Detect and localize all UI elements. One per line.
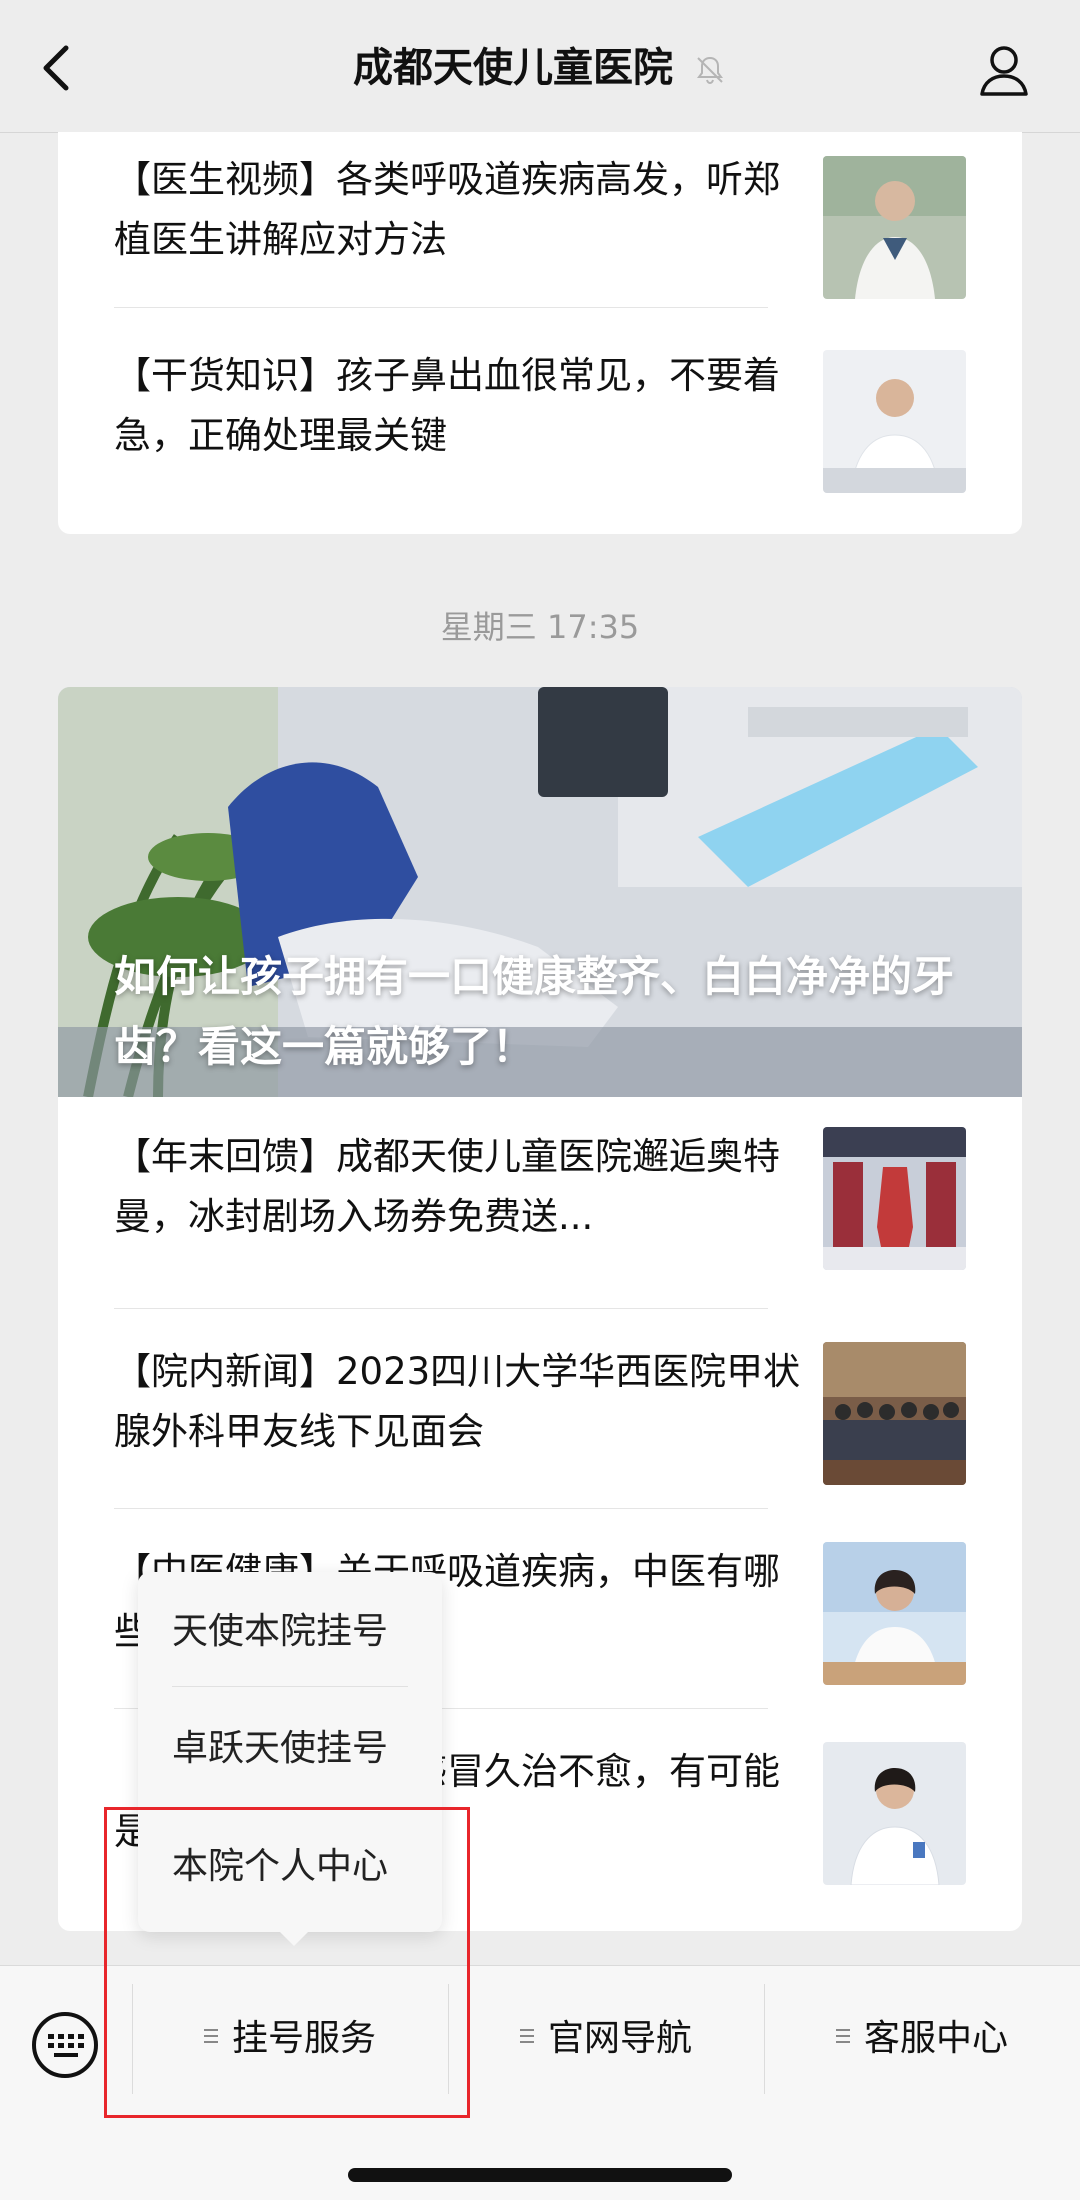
top-nav-bar: 成都天使儿童医院 [0, 0, 1080, 133]
menu-lines-icon [519, 2029, 534, 2043]
article-thumbnail [823, 1742, 966, 1885]
menu-tab-label: 客服中心 [863, 2018, 1008, 2059]
menu-tab-customer-service[interactable]: 客服中心 [764, 1984, 1080, 2094]
keyboard-toggle-button[interactable] [30, 2010, 100, 2080]
article-thumbnail [823, 1542, 966, 1685]
article-separator [114, 1508, 966, 1509]
article-thumbnail [823, 1342, 966, 1485]
bell-off-icon [696, 56, 723, 85]
message-timestamp: 星期三 17:35 [440, 608, 640, 646]
profile-button[interactable] [976, 42, 1032, 98]
article-item[interactable]: 【院内新闻】2023四川大学华西医院甲状腺外科甲友线下见面会 [114, 1342, 966, 1522]
article-thumbnail [823, 350, 966, 493]
article-title: 【干货知识】孩子鼻出血很常见，不要着急，正确处理最关键 [114, 354, 780, 457]
article-title: 【年末回馈】成都天使儿童医院邂逅奥特曼，冰封剧场入场券免费送... [114, 1135, 780, 1238]
menu-separator [172, 1686, 408, 1687]
article-item[interactable]: 【年末回馈】成都天使儿童医院邂逅奥特曼，冰封剧场入场券免费送... [114, 1127, 966, 1307]
article-title: 【医生视频】各类呼吸道疾病高发，听郑植医生讲解应对方法 [114, 158, 780, 261]
menu-item-angel-registration[interactable]: 天使本院挂号 [172, 1604, 432, 1660]
hero-title: 如何让孩子拥有一口健康整齐、白白净净的牙齿？看这一篇就够了！ [114, 952, 955, 1071]
article-item[interactable]: 【干货知识】孩子鼻出血很常见，不要着急，正确处理最关键 [114, 346, 966, 526]
article-separator [114, 1308, 966, 1309]
article-card-previous: 【医生视频】各类呼吸道疾病高发，听郑植医生讲解应对方法 【干货知识】孩子鼻出血很… [58, 132, 1022, 534]
menu-item-zhuoyue-registration[interactable]: 卓跃天使挂号 [172, 1721, 432, 1777]
home-indicator [348, 2168, 732, 2182]
menu-lines-icon [835, 2029, 850, 2043]
article-thumbnail [823, 156, 966, 299]
hero-article[interactable]: 如何让孩子拥有一口健康整齐、白白净净的牙齿？看这一篇就够了！ [58, 687, 1022, 1097]
user-icon [980, 46, 1028, 96]
highlight-annotation-box [104, 1807, 470, 2118]
article-thumbnail [823, 1127, 966, 1270]
article-title: 【院内新闻】2023四川大学华西医院甲状腺外科甲友线下见面会 [114, 1350, 801, 1453]
page-title: 成都天使儿童医院 [0, 40, 1080, 96]
keyboard-icon [32, 2012, 98, 2078]
menu-tab-website-nav[interactable]: 官网导航 [448, 1984, 764, 2094]
article-item[interactable]: 【医生视频】各类呼吸道疾病高发，听郑植医生讲解应对方法 [114, 150, 966, 330]
menu-tab-label: 官网导航 [547, 2018, 692, 2059]
account-name: 成都天使儿童医院 [353, 45, 674, 91]
article-separator [114, 307, 966, 308]
